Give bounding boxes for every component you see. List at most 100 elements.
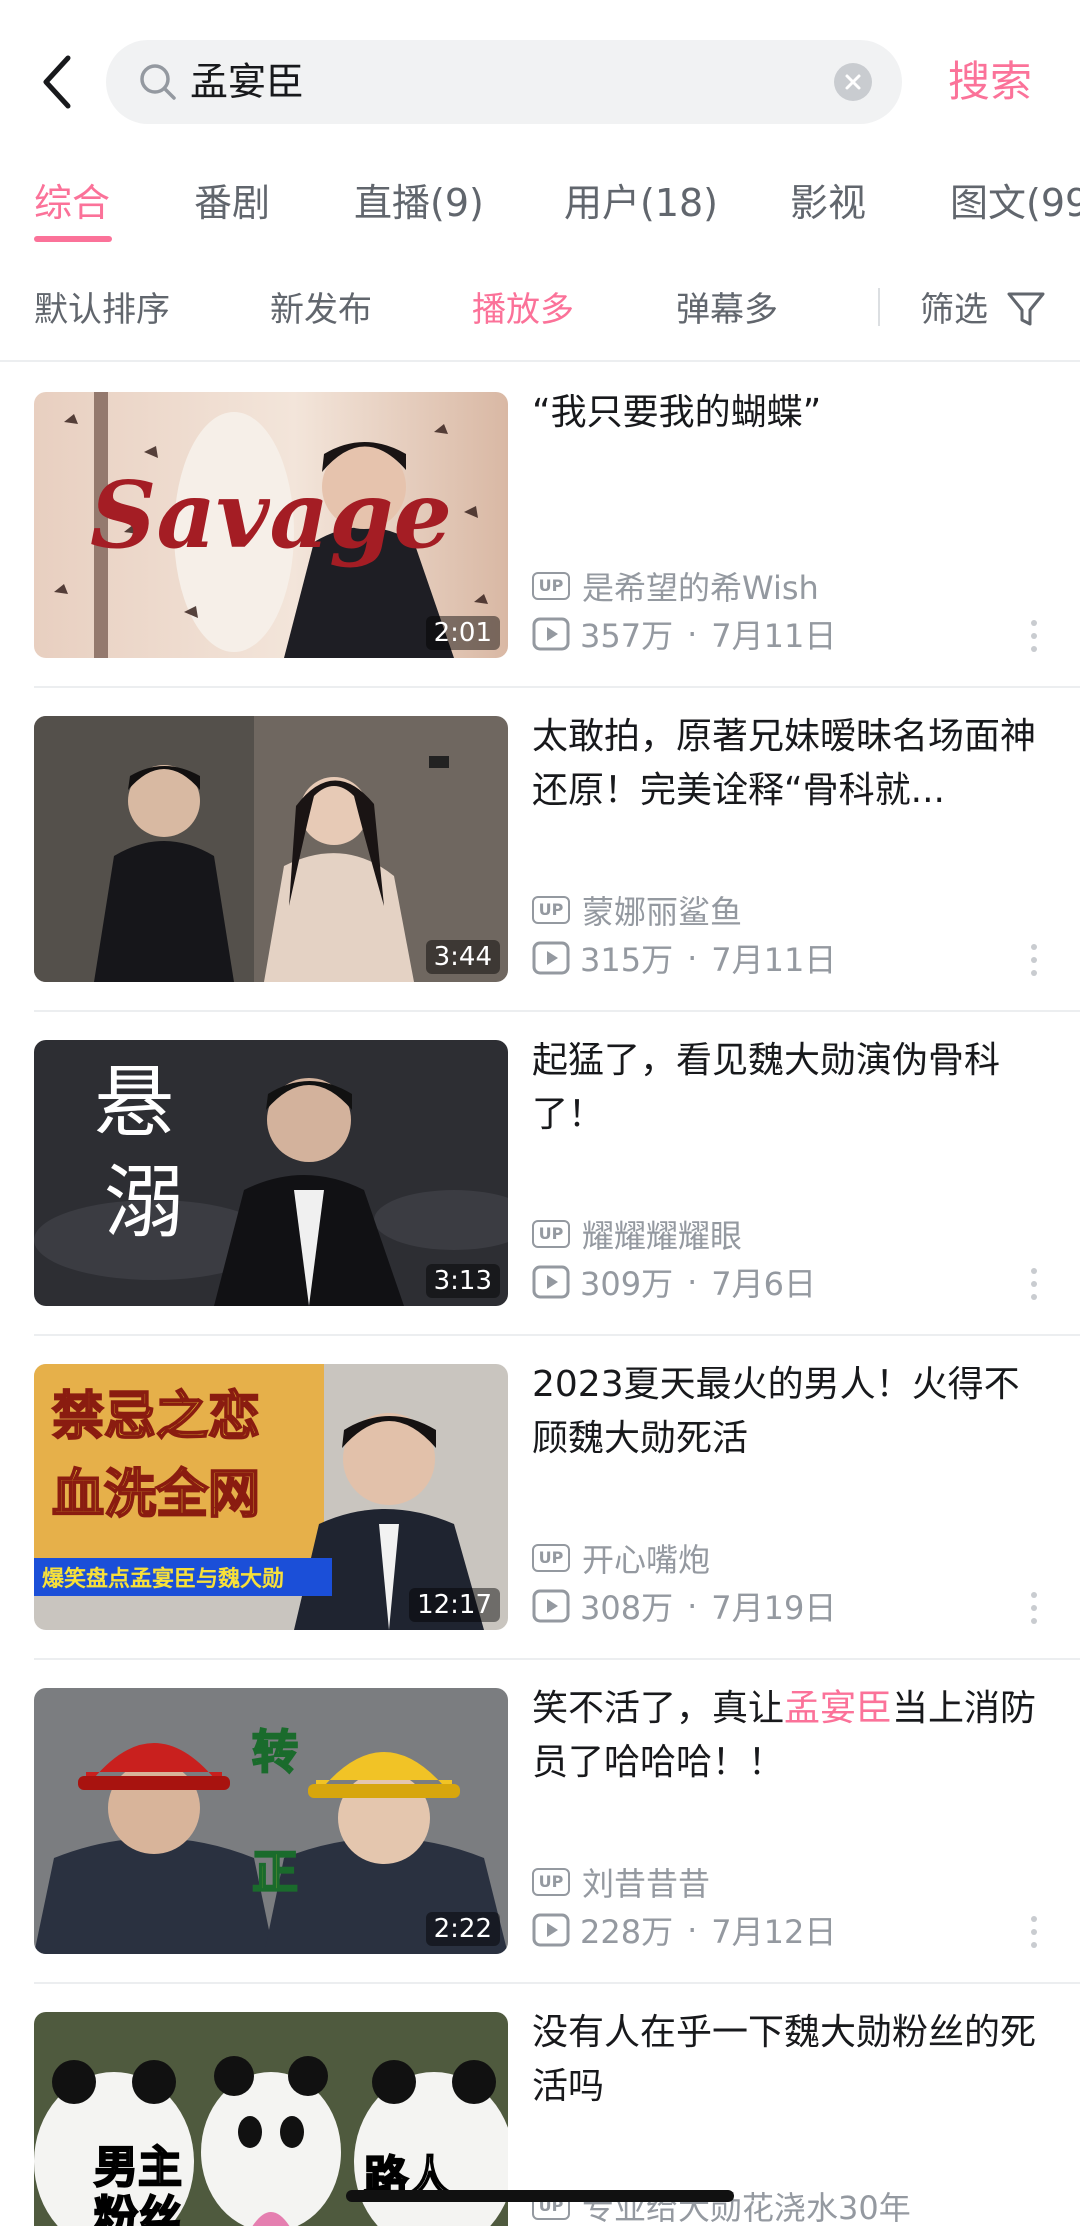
video-thumbnail[interactable]: Savage 2:01 [34,392,508,658]
dot-separator: · [687,615,698,653]
play-count-icon [532,617,570,651]
clear-icon[interactable] [834,63,872,101]
thumbnail-overlay-text: 男主 [94,2142,182,2193]
more-options-icon[interactable] [1028,1914,1040,1950]
publish-date: 7月6日 [711,1265,816,1303]
up-badge-icon: UP [532,572,570,600]
more-options-icon[interactable] [1028,942,1040,978]
thumbnail-overlay-text: 正 [252,1845,298,1899]
uploader-name: 耀耀耀耀眼 [582,1217,743,1255]
uploader-row[interactable]: UP 刘昔昔昔 [532,1862,711,1903]
video-title[interactable]: 太敢拍，原著兄妹暧昧名场面神还原！完美诠释“骨科就... [532,710,1052,818]
view-count: 309万 [580,1265,674,1303]
sort-bar: 默认排序 新发布 播放多 弹幕多 筛选 [0,270,1080,362]
video-card[interactable]: 3:44 太敢拍，原著兄妹暧昧名场面神还原！完美诠释“骨科就... UP 蒙娜丽… [0,688,1080,1012]
video-title[interactable]: “我只要我的蝴蝶” [532,386,1052,440]
uploader-row[interactable]: UP 是希望的希Wish [532,566,819,607]
video-thumbnail[interactable]: 3:44 [34,716,508,982]
filter-funnel-icon[interactable] [1006,290,1046,328]
play-count-icon [532,1589,570,1623]
more-options-icon[interactable] [1028,618,1040,654]
video-stats: 357万 · 7月11日 [532,614,837,655]
uploader-name: 刘昔昔昔 [582,1865,711,1903]
up-badge-icon: UP [532,896,570,924]
search-input[interactable] [190,40,790,124]
publish-date: 7月12日 [711,1913,837,1951]
title-text: 笑不活了，真让 [532,1688,785,1729]
title-keyword-highlight: 孟宴臣 [784,1688,893,1729]
dot-separator: · [687,939,698,977]
video-title[interactable]: 没有人在乎一下魏大勋粉丝的死活吗 [532,2006,1052,2114]
up-badge-icon: UP [532,1220,570,1248]
video-title[interactable]: 2023夏天最火的男人！火得不顾魏大勋死活 [532,1358,1052,1466]
tab-indicator [34,236,112,242]
sort-newest[interactable]: 新发布 [270,282,372,331]
thumbnail-overlay-text: 悬 [94,1056,174,1149]
up-badge-icon: UP [532,1544,570,1572]
video-stats: 228万 · 7月12日 [532,1910,837,1951]
filter-button[interactable]: 筛选 [920,282,988,331]
thumbnail-overlay-text: 禁忌之恋 [52,1387,260,1447]
uploader-row[interactable]: UP 蒙娜丽鲨鱼 [532,890,743,931]
publish-date: 7月11日 [711,941,837,979]
tab-all[interactable]: 综合 [34,172,110,227]
more-options-icon[interactable] [1028,1266,1040,1302]
tab-live[interactable]: 直播(9) [354,172,484,227]
search-icon [140,64,176,100]
thumbnail-overlay-text: 粉丝 [94,2192,182,2226]
publish-date: 7月11日 [711,617,837,655]
search-header: 搜索 [0,0,1080,160]
search-box[interactable] [106,40,902,124]
video-stats: 309万 · 7月6日 [532,1262,816,1303]
video-duration: 12:17 [409,1588,500,1622]
result-tabs: 综合 番剧 直播(9) 用户(18) 影视 图文(99 [0,160,1080,246]
thumbnail-overlay-text: 转 [252,1725,298,1779]
tab-anime[interactable]: 番剧 [194,172,270,227]
video-stats: 315万 · 7月11日 [532,938,837,979]
video-thumbnail[interactable]: 悬 溺 3:13 [34,1040,508,1306]
sort-most-played[interactable]: 播放多 [472,282,574,331]
publish-date: 7月19日 [711,1589,837,1627]
dot-separator: · [687,1587,698,1625]
up-badge-icon: UP [532,1868,570,1896]
thumbnail-overlay-text: 爆笑盘点孟宴臣与魏大勋 [42,1566,284,1592]
sort-divider [878,288,880,326]
video-card[interactable]: 悬 溺 3:13 起猛了，看见魏大勋演伪骨科了！ UP 耀耀耀耀眼 309万 ·… [0,1012,1080,1336]
video-card[interactable]: 禁忌之恋 血洗全网 爆笑盘点孟宴臣与魏大勋 12:17 2023夏天最火的男人！… [0,1336,1080,1660]
tab-users[interactable]: 用户(18) [564,172,718,227]
play-count-icon [532,1913,570,1947]
uploader-name: 开心嘴炮 [582,1541,711,1579]
video-card[interactable]: 转 正 2:22 笑不活了，真让孟宴臣当上消防员了哈哈哈！！ UP 刘昔昔昔 2… [0,1660,1080,1984]
back-arrow-icon[interactable] [34,52,82,112]
view-count: 315万 [580,941,674,979]
dot-separator: · [687,1263,698,1301]
tab-articles[interactable]: 图文(99 [950,172,1080,227]
view-count: 228万 [580,1913,674,1951]
play-count-icon [532,941,570,975]
sort-most-danmaku[interactable]: 弹幕多 [676,282,778,331]
video-duration: 2:22 [425,1912,500,1946]
uploader-row[interactable]: UP 开心嘴炮 [532,1538,711,1579]
search-button[interactable]: 搜索 [948,50,1032,114]
play-count-icon [532,1265,570,1299]
video-title[interactable]: 起猛了，看见魏大勋演伪骨科了！ [532,1034,1052,1142]
uploader-name: 蒙娜丽鲨鱼 [582,893,743,931]
video-card[interactable]: Savage 2:01 “我只要我的蝴蝶” UP 是希望的希Wish 357万 … [0,364,1080,688]
sort-default[interactable]: 默认排序 [34,282,170,331]
thumbnail-overlay-text: 溺 [104,1156,184,1249]
more-options-icon[interactable] [1028,1590,1040,1626]
thumbnail-overlay-text: 血洗全网 [52,1465,260,1525]
video-thumbnail[interactable]: 禁忌之恋 血洗全网 爆笑盘点孟宴臣与魏大勋 12:17 [34,1364,508,1630]
uploader-row[interactable]: UP 耀耀耀耀眼 [532,1214,743,1255]
video-duration: 3:13 [425,1264,500,1298]
video-stats: 308万 · 7月19日 [532,1586,837,1627]
thumbnail-overlay-text: Savage [90,461,452,569]
view-count: 357万 [580,617,674,655]
video-title[interactable]: 笑不活了，真让孟宴臣当上消防员了哈哈哈！！ [532,1682,1052,1790]
dot-separator: · [687,1911,698,1949]
video-duration: 2:01 [425,616,500,650]
video-duration: 3:44 [425,940,500,974]
home-indicator [346,2190,734,2202]
video-thumbnail[interactable]: 转 正 2:22 [34,1688,508,1954]
tab-film[interactable]: 影视 [790,172,866,227]
